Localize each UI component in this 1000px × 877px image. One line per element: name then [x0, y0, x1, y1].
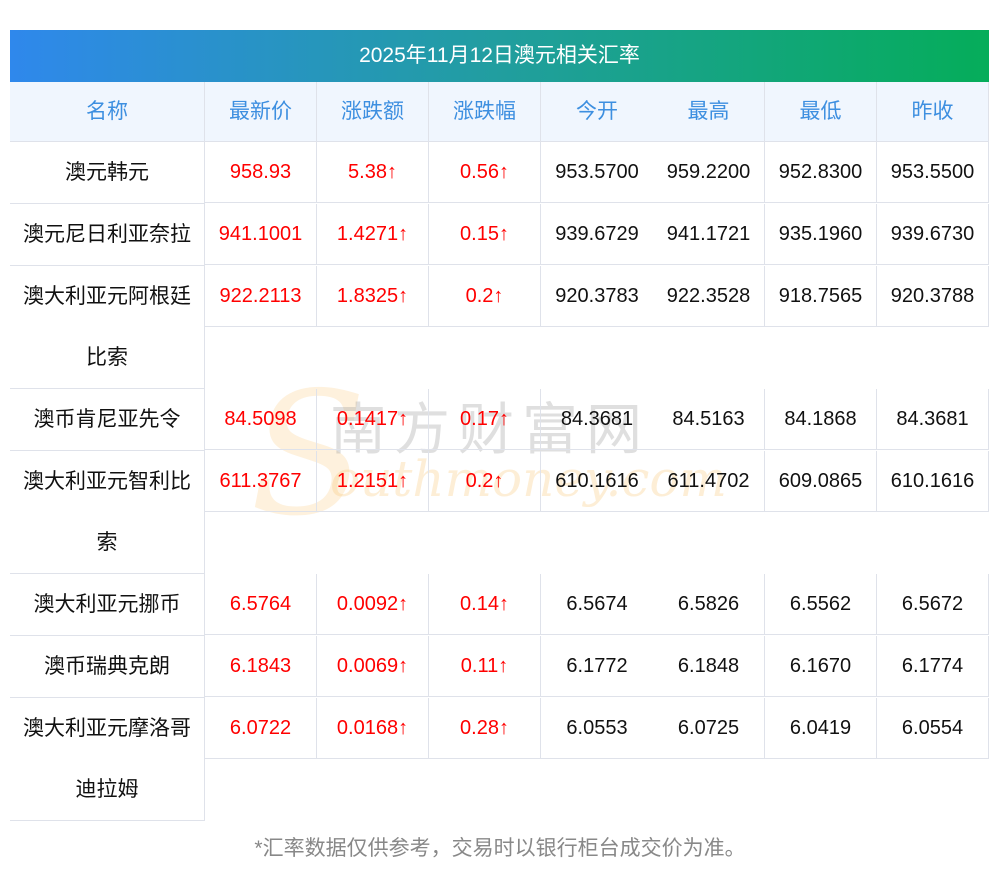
cell-high: 959.2200	[653, 142, 765, 203]
table-row: 澳币瑞典克朗 6.1843 0.0069↑ 0.11↑ 6.1772 6.1848 6.16…	[10, 636, 989, 698]
cell-prev: 939.6730	[877, 204, 989, 265]
cell-low: 935.1960	[765, 204, 877, 265]
header-pct: 涨跌幅	[429, 82, 541, 141]
row-values: 84.5098 0.1417↑ 0.17↑ 84.3681 84.5163 84.1868…	[205, 389, 989, 450]
row-values: 941.1001 1.4271↑ 0.15↑ 939.6729 941.1721 935.…	[205, 204, 989, 265]
currency-name: 澳大利亚元阿根廷比索	[10, 266, 205, 389]
currency-name: 澳币瑞典克朗	[10, 636, 205, 698]
table-row: 澳元尼日利亚奈拉 941.1001 1.4271↑ 0.15↑ 939.6729 941.…	[10, 204, 989, 266]
cell-high: 84.5163	[653, 389, 765, 450]
cell-open: 6.1772	[541, 636, 653, 697]
cell-pct: 0.2↑	[429, 451, 541, 512]
cell-price: 6.5764	[205, 574, 317, 635]
cell-price: 958.93	[205, 142, 317, 203]
cell-high: 6.5826	[653, 574, 765, 635]
cell-open: 84.3681	[541, 389, 653, 450]
cell-high: 941.1721	[653, 204, 765, 265]
header-low: 最低	[765, 82, 877, 141]
table-title: 2025年11月12日澳元相关汇率	[10, 30, 989, 82]
cell-prev: 6.0554	[877, 698, 989, 759]
cell-open: 939.6729	[541, 204, 653, 265]
cell-pct: 0.2↑	[429, 266, 541, 327]
cell-price: 6.0722	[205, 698, 317, 759]
row-values: 958.93 5.38↑ 0.56↑ 953.5700 959.2200 952.8300…	[205, 142, 989, 203]
cell-prev: 6.1774	[877, 636, 989, 697]
cell-price: 611.3767	[205, 451, 317, 512]
header-name: 名称	[10, 82, 205, 141]
cell-prev: 610.1616	[877, 451, 989, 512]
cell-change: 0.1417↑	[317, 389, 429, 450]
cell-pct: 0.28↑	[429, 698, 541, 759]
cell-change: 1.4271↑	[317, 204, 429, 265]
cell-open: 953.5700	[541, 142, 653, 203]
cell-change: 0.0092↑	[317, 574, 429, 635]
cell-pct: 0.15↑	[429, 204, 541, 265]
cell-price: 941.1001	[205, 204, 317, 265]
cell-low: 84.1868	[765, 389, 877, 450]
currency-name: 澳币肯尼亚先令	[10, 389, 205, 451]
cell-high: 6.0725	[653, 698, 765, 759]
cell-change: 1.8325↑	[317, 266, 429, 327]
row-values: 6.5764 0.0092↑ 0.14↑ 6.5674 6.5826 6.5562 6.56…	[205, 574, 989, 635]
row-values: 922.2113 1.8325↑ 0.2↑ 920.3783 922.3528 918.7…	[205, 266, 989, 327]
cell-price: 922.2113	[205, 266, 317, 327]
cell-low: 6.5562	[765, 574, 877, 635]
cell-change: 1.2151↑	[317, 451, 429, 512]
cell-low: 6.0419	[765, 698, 877, 759]
footnote: *汇率数据仅供参考，交易时以银行柜台成交价为准。	[254, 837, 746, 860]
cell-change: 0.0168↑	[317, 698, 429, 759]
cell-price: 6.1843	[205, 636, 317, 697]
header-high: 最高	[653, 82, 765, 141]
currency-name: 澳元韩元	[10, 142, 205, 204]
cell-pct: 0.56↑	[429, 142, 541, 203]
row-values: 611.3767 1.2151↑ 0.2↑ 610.1616 611.4702 609.0…	[205, 451, 989, 512]
header-prev: 昨收	[877, 82, 989, 141]
cell-open: 6.0553	[541, 698, 653, 759]
cell-open: 610.1616	[541, 451, 653, 512]
currency-name: 澳大利亚元摩洛哥迪拉姆	[10, 698, 205, 821]
table-row: 澳大利亚元摩洛哥迪拉姆 6.0722 0.0168↑ 0.28↑ 6.0553 6.072…	[10, 698, 989, 821]
header-change: 涨跌额	[317, 82, 429, 141]
table-row: 澳大利亚元智利比索 611.3767 1.2151↑ 0.2↑ 610.1616 611.…	[10, 451, 989, 574]
currency-name: 澳元尼日利亚奈拉	[10, 204, 205, 266]
row-values: 6.1843 0.0069↑ 0.11↑ 6.1772 6.1848 6.1670 6.17…	[205, 636, 989, 697]
cell-low: 609.0865	[765, 451, 877, 512]
cell-open: 6.5674	[541, 574, 653, 635]
cell-prev: 84.3681	[877, 389, 989, 450]
cell-low: 6.1670	[765, 636, 877, 697]
cell-high: 611.4702	[653, 451, 765, 512]
table-row: 澳币肯尼亚先令 84.5098 0.1417↑ 0.17↑ 84.3681 84.5163…	[10, 389, 989, 451]
cell-pct: 0.17↑	[429, 389, 541, 450]
header-price: 最新价	[205, 82, 317, 141]
cell-high: 922.3528	[653, 266, 765, 327]
cell-prev: 953.5500	[877, 142, 989, 203]
cell-low: 918.7565	[765, 266, 877, 327]
cell-change: 5.38↑	[317, 142, 429, 203]
cell-pct: 0.11↑	[429, 636, 541, 697]
cell-open: 920.3783	[541, 266, 653, 327]
currency-name: 澳大利亚元挪币	[10, 574, 205, 636]
cell-pct: 0.14↑	[429, 574, 541, 635]
table-header: 名称 最新价 涨跌额 涨跌幅 今开 最高 最低 昨收	[10, 82, 989, 142]
header-open: 今开	[576, 100, 618, 123]
cell-price: 84.5098	[205, 389, 317, 450]
currency-name: 澳大利亚元智利比索	[10, 451, 205, 574]
cell-prev: 920.3788	[877, 266, 989, 327]
table-row: 澳大利亚元阿根廷比索 922.2113 1.8325↑ 0.2↑ 920.3783 922…	[10, 266, 989, 389]
table-row: 澳元韩元 958.93 5.38↑ 0.56↑ 953.5700 959.2200 952.…	[10, 142, 989, 204]
cell-high: 6.1848	[653, 636, 765, 697]
cell-low: 952.8300	[765, 142, 877, 203]
cell-change: 0.0069↑	[317, 636, 429, 697]
cell-prev: 6.5672	[877, 574, 989, 635]
row-values: 6.0722 0.0168↑ 0.28↑ 6.0553 6.0725 6.0419 6.05…	[205, 698, 989, 759]
exchange-rate-table: 名称 最新价 涨跌额 涨跌幅 今开 最高 最低 昨收 澳元韩元 958.93 5.3…	[10, 82, 989, 821]
table-row: 澳大利亚元挪币 6.5764 0.0092↑ 0.14↑ 6.5674 6.5826 6.5…	[10, 574, 989, 636]
